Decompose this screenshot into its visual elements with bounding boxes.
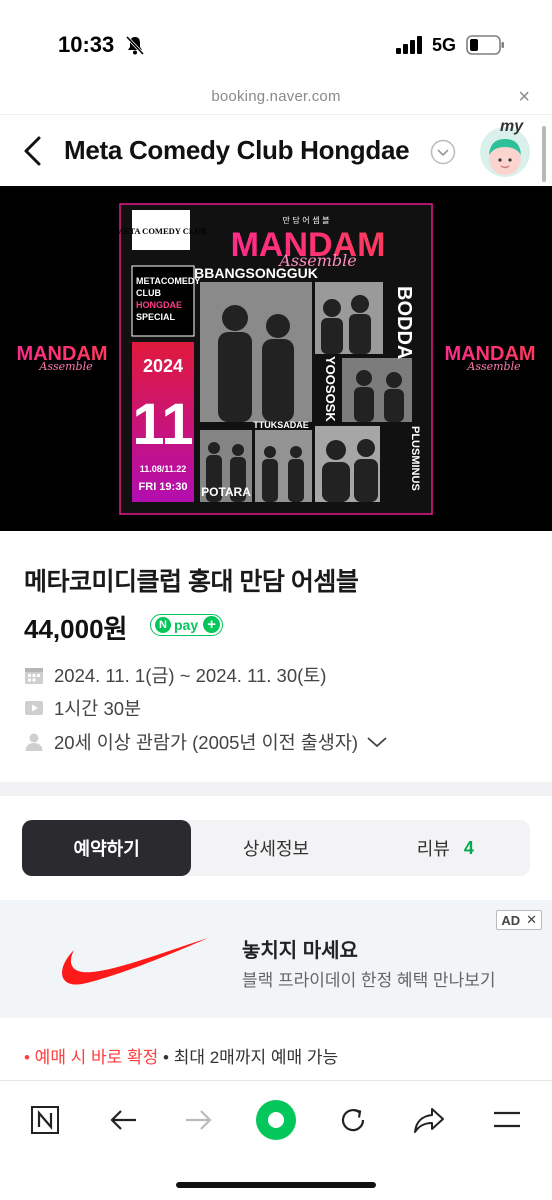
duration: 1시간 30분 bbox=[54, 698, 142, 719]
signal-icon bbox=[396, 36, 422, 54]
poster-year: 2024 bbox=[143, 356, 183, 376]
play-icon bbox=[25, 701, 43, 715]
date-row: 2024. 11. 1(금) ~ 2024. 11. 30(토) bbox=[24, 662, 326, 688]
section-divider bbox=[0, 782, 552, 796]
forward-button[interactable] bbox=[176, 1099, 222, 1141]
club-box-line-2: CLUB bbox=[136, 288, 161, 298]
tab-details[interactable]: 상세정보 bbox=[191, 820, 360, 876]
close-icon[interactable]: ✕ bbox=[526, 912, 537, 928]
team-4: PLUSMINUS bbox=[409, 426, 421, 491]
team-6: POTARA bbox=[201, 485, 251, 499]
instant-confirm-text: • 예매 시 바로 확정 bbox=[24, 1048, 159, 1067]
avatar-badge: my bbox=[500, 118, 524, 135]
price: 44,000원 bbox=[24, 614, 128, 644]
club-box-line-1: METACOMEDY bbox=[136, 276, 200, 286]
ad-badge-label: AD bbox=[501, 912, 521, 928]
plus-icon: + bbox=[203, 616, 221, 633]
menu-button[interactable] bbox=[484, 1099, 530, 1141]
date-range: 2024. 11. 1(금) ~ 2024. 11. 30(토) bbox=[54, 665, 327, 686]
poster-dates: 11.08/11.22 bbox=[140, 464, 187, 474]
product-title: 메타코미디클럽 홍대 만담 어셈블 bbox=[24, 568, 359, 596]
age-row[interactable]: 20세 이상 관람가 (2005년 이전 출생자) bbox=[24, 729, 398, 755]
arrow-left-icon bbox=[110, 1110, 136, 1130]
page-title: Meta Comedy Club Hongdae bbox=[64, 135, 410, 165]
tab-reviews[interactable]: 리뷰 4 bbox=[361, 820, 530, 876]
share-arrow-icon bbox=[414, 1108, 444, 1133]
back-icon[interactable] bbox=[22, 135, 44, 167]
naver-n-icon: N bbox=[155, 617, 171, 633]
green-dot-button[interactable] bbox=[253, 1099, 299, 1141]
battery-icon bbox=[466, 35, 504, 55]
duration-row: 1시간 30분 bbox=[24, 695, 141, 721]
tab-details-label: 상세정보 bbox=[242, 839, 310, 859]
club-box-line-3: HONGDAE bbox=[136, 300, 182, 310]
poster-image: MANDAM Assemble MANDAM Assemble META COM… bbox=[0, 186, 552, 531]
tab-reserve-label: 예약하기 bbox=[73, 839, 140, 859]
close-tab-button[interactable]: × bbox=[518, 86, 530, 109]
status-time: 10:33 bbox=[58, 32, 115, 57]
scrollbar[interactable] bbox=[542, 126, 546, 182]
naver-n-box-icon bbox=[31, 1106, 59, 1134]
naver-home-button[interactable] bbox=[22, 1099, 68, 1141]
chevron-down-circle-icon[interactable] bbox=[430, 139, 456, 165]
calendar-icon bbox=[25, 668, 43, 684]
max-tickets-text: • 최대 2매까지 예매 가능 bbox=[158, 1048, 339, 1067]
team-5: TTUKSADAE bbox=[253, 420, 309, 430]
status-bar: 10:33 5G bbox=[0, 0, 552, 84]
person-icon bbox=[25, 733, 43, 751]
booking-notice: • 예매 시 바로 확정 • 최대 2매까지 예매 가능 bbox=[24, 1043, 338, 1068]
age-rating: 20세 이상 관람가 (2005년 이전 출생자) bbox=[54, 732, 358, 753]
review-count: 4 bbox=[463, 837, 474, 858]
npay-label: pay bbox=[174, 617, 199, 633]
side-script-right: Assemble bbox=[466, 360, 521, 373]
network-label: 5G bbox=[432, 35, 457, 55]
tab-reserve[interactable]: 예약하기 bbox=[22, 820, 192, 876]
chevron-down-icon[interactable] bbox=[366, 735, 388, 749]
poster-showtime: FRI 19:30 bbox=[139, 481, 188, 493]
ad-title[interactable]: 놓치지 마세요 bbox=[242, 934, 358, 963]
share-button[interactable] bbox=[406, 1099, 452, 1141]
nav-header: Meta Comedy Club Hongdae bbox=[0, 114, 552, 186]
url-text[interactable]: booking.naver.com bbox=[0, 88, 552, 105]
ad-subtitle[interactable]: 블랙 프라이데이 한정 혜택 만나보기 bbox=[242, 966, 496, 991]
side-script-left: Assemble bbox=[38, 360, 93, 373]
team-1: BBANGSONGGUK bbox=[194, 265, 318, 281]
refresh-button[interactable] bbox=[330, 1099, 376, 1141]
refresh-icon bbox=[341, 1108, 365, 1132]
url-bar[interactable]: booking.naver.com × bbox=[0, 84, 552, 114]
npay-plus-badge: N pay + bbox=[150, 614, 224, 636]
ad-badge[interactable]: AD ✕ bbox=[496, 910, 542, 930]
hamburger-menu-icon bbox=[494, 1111, 520, 1128]
green-dot-icon bbox=[256, 1100, 296, 1140]
team-3: YOOSOSK bbox=[323, 356, 338, 422]
bell-muted-icon bbox=[125, 35, 145, 56]
arrow-right-icon bbox=[186, 1110, 212, 1130]
korean-small: 만 담 어 셈 블 bbox=[283, 215, 330, 225]
club-box-line-4: SPECIAL bbox=[136, 312, 176, 322]
poster-banner[interactable]: MANDAM Assemble MANDAM Assemble META COM… bbox=[0, 186, 552, 531]
team-2: BODDA bbox=[393, 286, 415, 359]
tab-bar: 예약하기 상세정보 리뷰 4 bbox=[22, 820, 530, 876]
home-indicator[interactable] bbox=[176, 1182, 376, 1188]
club-logo: META COMEDY CLUB bbox=[116, 226, 207, 236]
back-button[interactable] bbox=[100, 1099, 146, 1141]
nike-swoosh-icon bbox=[62, 938, 208, 985]
tab-reviews-label: 리뷰 bbox=[416, 839, 450, 859]
poster-month: 11 bbox=[132, 392, 193, 457]
